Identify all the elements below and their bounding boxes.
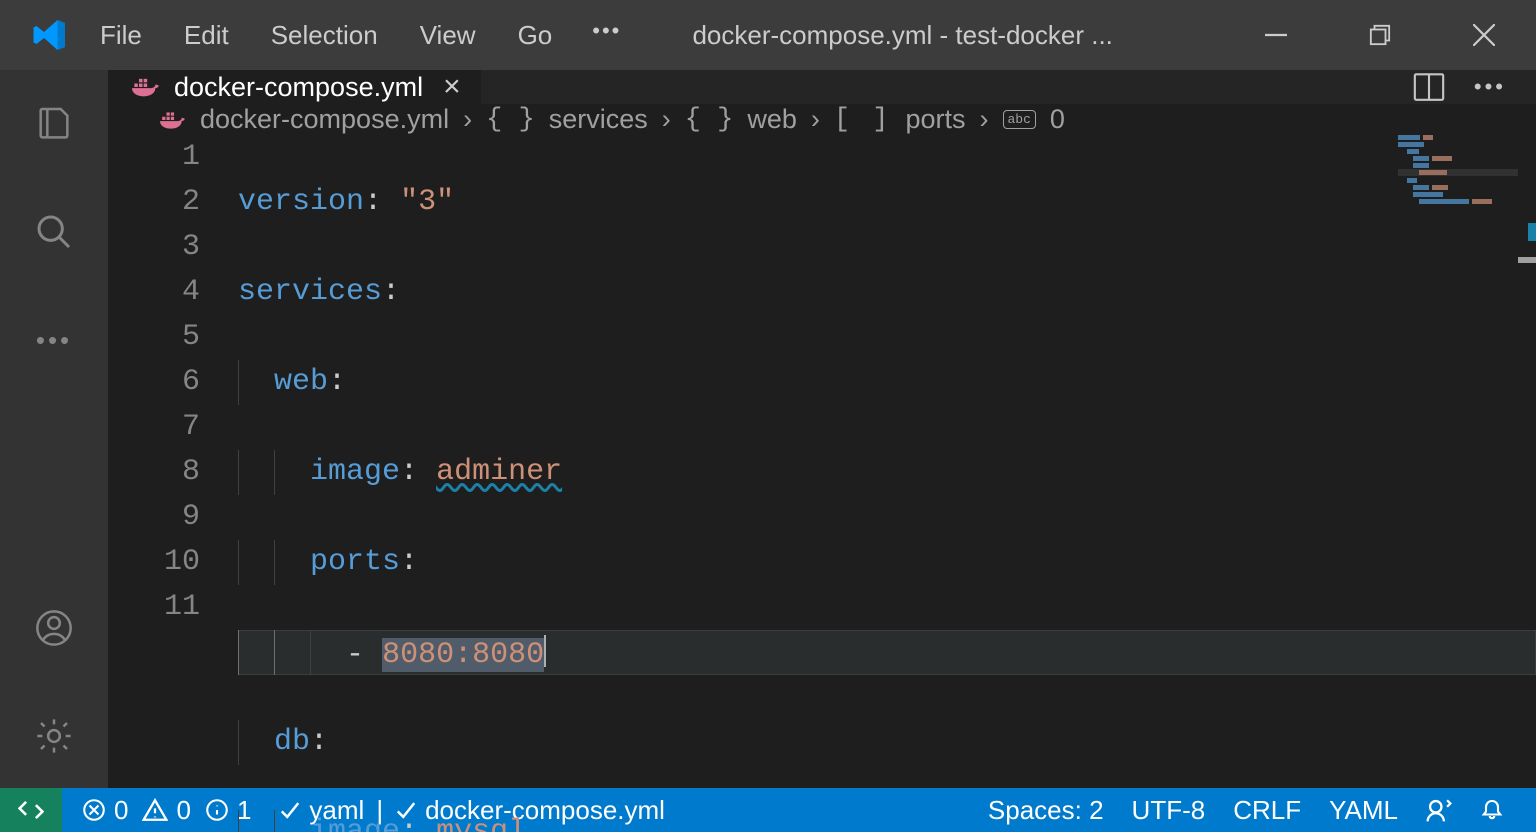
activity-more-icon[interactable]: ••• <box>30 316 78 364</box>
editor-more-icon[interactable]: ••• <box>1474 74 1506 100</box>
code-content[interactable]: version: "3" services: web: image: admin… <box>238 135 1536 832</box>
text-cursor <box>544 635 546 667</box>
minimize-button[interactable] <box>1224 0 1328 70</box>
explorer-icon[interactable] <box>30 100 78 148</box>
editor-area: docker-compose.yml × ••• docker-compose.… <box>108 70 1536 788</box>
chevron-right-icon: › <box>980 104 989 135</box>
object-icon: { } <box>685 105 734 135</box>
menu-view[interactable]: View <box>420 20 476 51</box>
breadcrumb-services[interactable]: services <box>549 104 648 135</box>
remote-indicator[interactable] <box>0 788 62 832</box>
breadcrumb-web[interactable]: web <box>747 104 797 135</box>
vscode-logo-icon <box>0 0 100 70</box>
menu-edit[interactable]: Edit <box>184 20 229 51</box>
chevron-right-icon: › <box>662 104 671 135</box>
tab-bar: docker-compose.yml × ••• <box>108 70 1536 104</box>
cursor-marker <box>1518 257 1536 263</box>
tab-docker-compose[interactable]: docker-compose.yml × <box>108 70 481 104</box>
split-editor-icon[interactable] <box>1412 70 1446 104</box>
line-numbers: 1234567891011 <box>108 135 238 832</box>
search-icon[interactable] <box>30 208 78 256</box>
settings-gear-icon[interactable] <box>30 712 78 760</box>
chevron-right-icon: › <box>811 104 820 135</box>
docker-file-icon <box>132 76 160 98</box>
activity-bar: ••• <box>0 70 108 788</box>
array-icon: [ ] <box>834 105 892 135</box>
maximize-button[interactable] <box>1328 0 1432 70</box>
chevron-right-icon: › <box>463 104 472 135</box>
window-title: docker-compose.yml - test-docker ... <box>621 20 1224 51</box>
title-bar: File Edit Selection View Go ••• docker-c… <box>0 0 1536 70</box>
breadcrumb-ports[interactable]: ports <box>905 104 965 135</box>
breadcrumb-index[interactable]: 0 <box>1050 104 1065 135</box>
docker-file-icon <box>160 110 186 130</box>
tab-close-icon[interactable]: × <box>443 70 461 104</box>
tab-filename: docker-compose.yml <box>174 72 423 103</box>
main-menu: File Edit Selection View Go <box>100 20 552 51</box>
menu-go[interactable]: Go <box>518 20 553 51</box>
info-marker[interactable] <box>1528 223 1536 241</box>
menu-selection[interactable]: Selection <box>271 20 378 51</box>
close-button[interactable] <box>1432 0 1536 70</box>
overview-ruler[interactable] <box>1518 135 1536 832</box>
accounts-icon[interactable] <box>30 604 78 652</box>
breadcrumb[interactable]: docker-compose.yml › { } services › { } … <box>108 104 1536 135</box>
minimap[interactable] <box>1398 135 1518 235</box>
menu-file[interactable]: File <box>100 20 142 51</box>
object-icon: { } <box>486 105 535 135</box>
menu-more-icon[interactable]: ••• <box>592 18 621 44</box>
breadcrumb-file[interactable]: docker-compose.yml <box>200 104 449 135</box>
code-editor[interactable]: 1234567891011 version: "3" services: web… <box>108 135 1536 832</box>
string-icon: abc <box>1003 110 1036 129</box>
window-controls <box>1224 0 1536 70</box>
